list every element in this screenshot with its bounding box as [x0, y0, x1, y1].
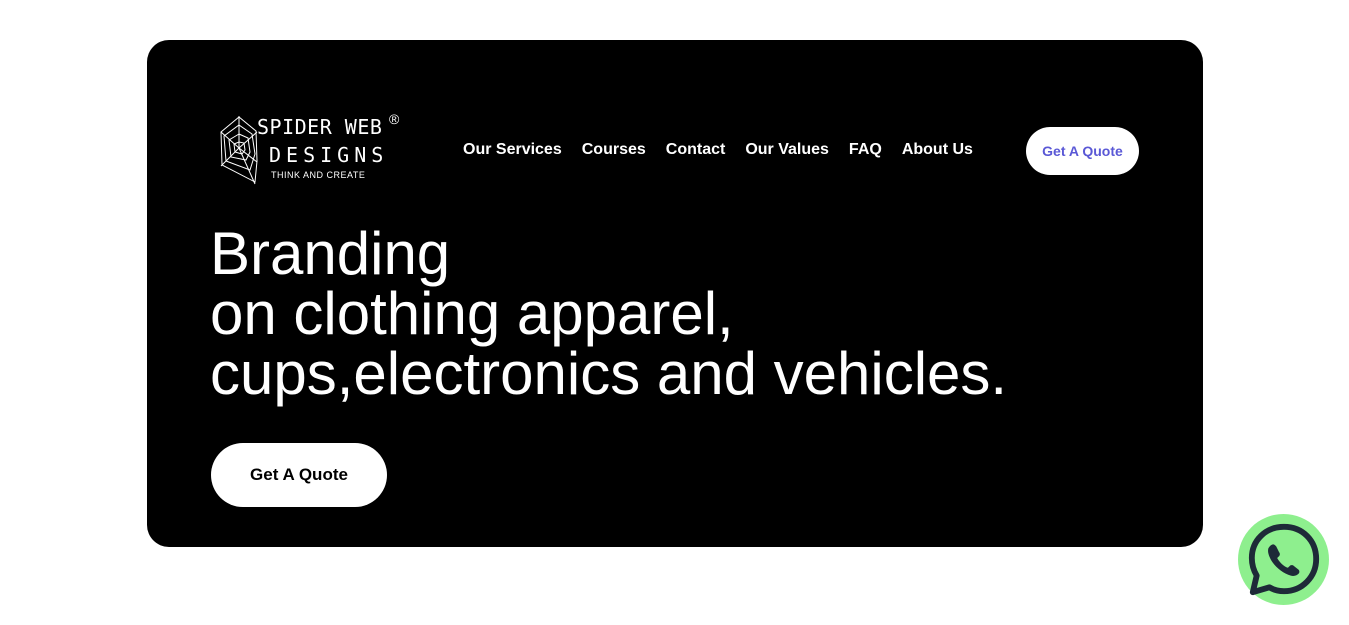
nav-get-quote-button[interactable]: Get A Quote: [1026, 127, 1139, 175]
main-nav: Our Services Courses Contact Our Values …: [463, 140, 973, 160]
spider-web-icon: [220, 116, 258, 185]
logo-tagline: THINK AND CREATE: [271, 170, 366, 180]
nav-item-about-us[interactable]: About Us: [902, 140, 973, 160]
headline-line-1: Branding: [210, 220, 451, 287]
hero-banner: SPIDER WEB ® DESIGNS THINK AND CREATE Ou…: [147, 40, 1203, 547]
registered-mark: ®: [389, 111, 400, 127]
logo-line-1: SPIDER WEB: [257, 115, 383, 139]
headline-line-2: on clothing apparel,: [210, 280, 734, 347]
nav-item-our-values[interactable]: Our Values: [745, 140, 829, 160]
whatsapp-icon: [1248, 523, 1319, 595]
hero-get-quote-button[interactable]: Get A Quote: [211, 443, 387, 507]
hero-headline: Branding on clothing apparel, cups,elect…: [210, 224, 1110, 404]
nav-item-faq[interactable]: FAQ: [849, 140, 882, 160]
logo-line-2: DESIGNS: [269, 143, 389, 167]
nav-item-our-services[interactable]: Our Services: [463, 140, 562, 160]
whatsapp-button[interactable]: [1238, 514, 1329, 605]
headline-line-3: cups,electronics and vehicles.: [210, 340, 1008, 407]
nav-item-courses[interactable]: Courses: [582, 140, 646, 160]
brand-logo[interactable]: SPIDER WEB ® DESIGNS THINK AND CREATE: [219, 111, 409, 188]
nav-item-contact[interactable]: Contact: [666, 140, 726, 160]
